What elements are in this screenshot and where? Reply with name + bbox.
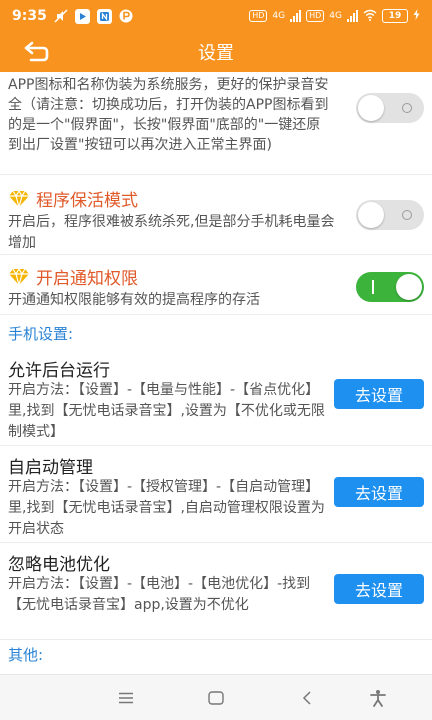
status-bar: 9:35 HD 4G HD 4G 19 <box>0 0 432 32</box>
notification-toggle[interactable] <box>356 272 424 302</box>
battery-optimization-description: 开启方法：【设置】-【电池】-【电池优化】-找到【无忧电话录音宝】app,设置为… <box>8 576 311 613</box>
diamond-icon <box>9 189 29 208</box>
toggle-off-mark <box>402 210 412 220</box>
menu-icon <box>119 692 133 704</box>
toggle-knob <box>358 202 384 228</box>
network-type-2: 4G <box>329 11 342 21</box>
keep-alive-setting-row: 程序保活模式 开启后，程序很难被系统杀死,但是部分手机耗电量会增加 <box>0 175 432 255</box>
auto-start-item: 自启动管理 开启方法：【设置】-【授权管理】-【自启动管理】里,找到【无忧电话录… <box>0 446 432 543</box>
auto-start-title: 自启动管理 <box>8 458 93 478</box>
page-title: 设置 <box>198 43 234 64</box>
settings-list[interactable]: APP图标和名称伪装为系统服务，更好的保护录音安全（请注意：切换成功后，打开伪装… <box>0 72 432 674</box>
keep-alive-toggle[interactable] <box>356 200 424 230</box>
hd-badge-2: HD <box>306 10 325 22</box>
signal-icon <box>290 10 302 22</box>
notification-setting-row: 开启通知权限 开通通知权限能够有效的提高程序的存活 <box>0 255 432 315</box>
network-type: 4G <box>272 11 286 21</box>
background-run-title: 允许后台运行 <box>8 361 110 381</box>
menu-nav-button[interactable] <box>111 683 141 713</box>
disguise-toggle[interactable] <box>356 93 424 123</box>
toggle-knob <box>396 274 422 300</box>
keep-alive-title: 程序保活模式 <box>36 191 138 211</box>
accessibility-nav-button[interactable] <box>363 683 393 713</box>
battery-optimization-title: 忽略电池优化 <box>8 555 110 575</box>
battery-optimization-settings-button[interactable]: 去设置 <box>334 574 424 604</box>
system-nav-bar <box>0 674 432 720</box>
background-run-description: 开启方法：【设置】-【电量与性能】-【省点优化】里,找到【无忧电话录音宝】,设置… <box>8 382 325 440</box>
toggle-on-mark <box>372 280 374 294</box>
battery-optimization-item: 忽略电池优化 开启方法：【设置】-【电池】-【电池优化】-找到【无忧电话录音宝】… <box>0 543 432 640</box>
app-bar: 设置 <box>0 32 432 72</box>
auto-start-description: 开启方法：【设置】-【授权管理】-【自启动管理】里,找到【无忧电话录音宝】,自启… <box>8 479 325 537</box>
back-arrow-icon <box>24 41 49 62</box>
accessibility-icon <box>370 690 386 707</box>
back-nav-button[interactable] <box>292 683 322 713</box>
video-icon <box>74 8 90 24</box>
toggle-off-mark <box>402 103 412 113</box>
mute-icon <box>54 9 68 23</box>
charging-icon <box>413 9 420 23</box>
p-icon <box>119 9 133 23</box>
keep-alive-description: 开启后，程序很难被系统杀死,但是部分手机耗电量会增加 <box>8 214 335 251</box>
home-nav-button[interactable] <box>201 683 231 713</box>
back-button[interactable] <box>14 36 54 68</box>
phone-settings-label: 手机设置: <box>8 325 74 343</box>
disguise-description: APP图标和名称伪装为系统服务，更好的保护录音安全（请注意：切换成功后，打开伪装… <box>8 77 329 153</box>
wifi-icon <box>363 9 377 24</box>
home-square-icon <box>208 691 224 705</box>
hd-badge: HD <box>249 10 268 22</box>
auto-start-settings-button[interactable]: 去设置 <box>334 477 424 507</box>
diamond-icon <box>9 267 29 286</box>
status-time: 9:35 <box>12 8 47 24</box>
notification-title: 开启通知权限 <box>36 269 138 289</box>
toggle-knob <box>358 95 384 121</box>
n-icon <box>96 8 112 24</box>
back-triangle-icon <box>302 691 311 705</box>
battery-icon: 19 <box>382 9 408 23</box>
disguise-setting-row: APP图标和名称伪装为系统服务，更好的保护录音安全（请注意：切换成功后，打开伪装… <box>0 72 432 175</box>
background-run-settings-button[interactable]: 去设置 <box>334 379 424 409</box>
background-run-item: 允许后台运行 开启方法：【设置】-【电量与性能】-【省点优化】里,找到【无忧电话… <box>0 349 432 446</box>
signal-icon-2 <box>347 10 358 22</box>
notification-description: 开通通知权限能够有效的提高程序的存活 <box>8 292 260 308</box>
other-section-label: 其他: <box>8 646 44 664</box>
